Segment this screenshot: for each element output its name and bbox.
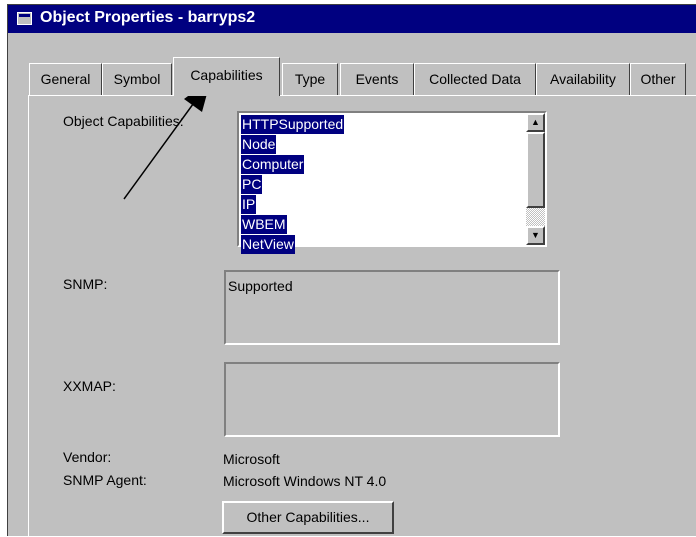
tab-strip: General Symbol Capabilities Type Events … [8, 57, 696, 96]
tab-label: Availability [550, 71, 616, 87]
vertical-scrollbar[interactable]: ▲ ▼ [526, 113, 545, 245]
title-bar[interactable]: Object Properties - barryps2 [8, 5, 696, 33]
snmp-agent-value: Microsoft Windows NT 4.0 [223, 473, 387, 489]
scroll-down-button[interactable]: ▼ [526, 226, 545, 245]
list-item[interactable]: Computer [241, 155, 305, 174]
tab-collected-data[interactable]: Collected Data [414, 63, 536, 95]
xxmap-field[interactable] [224, 362, 560, 437]
tab-label: Capabilities [190, 67, 263, 83]
object-capabilities-list[interactable]: HTTPSupported Node Computer PC IP WBEM N… [237, 111, 547, 254]
scroll-thumb[interactable] [526, 132, 545, 208]
properties-window: Object Properties - barryps2 General Sym… [7, 4, 696, 537]
vendor-label: Vendor: [63, 449, 112, 465]
snmp-field[interactable]: Supported [224, 270, 560, 345]
snmp-agent-label: SNMP Agent: [63, 472, 147, 488]
scroll-track[interactable] [526, 208, 545, 226]
tab-general[interactable]: General [29, 63, 102, 95]
tab-label: General [40, 71, 91, 87]
list-item[interactable]: HTTPSupported [241, 115, 345, 134]
tab-availability[interactable]: Availability [536, 63, 630, 95]
snmp-label: SNMP: [63, 276, 108, 292]
tab-capabilities[interactable]: Capabilities [173, 57, 280, 96]
list-item[interactable]: WBEM [241, 215, 287, 234]
tab-label: Other [640, 71, 676, 87]
snmp-value: Supported [228, 278, 293, 294]
window-icon[interactable] [17, 12, 32, 25]
list-item[interactable]: IP [241, 195, 257, 214]
tab-label: Collected Data [429, 71, 521, 87]
list-item[interactable]: NetView [241, 235, 295, 254]
tab-events[interactable]: Events [340, 63, 414, 95]
capabilities-panel: Object Capabilities: HTTPSupported Node … [28, 95, 696, 537]
window-title: Object Properties - barryps2 [40, 9, 256, 26]
scroll-down-arrow-icon: ▼ [531, 230, 540, 240]
xxmap-label: XXMAP: [63, 378, 116, 394]
tab-symbol[interactable]: Symbol [102, 63, 172, 95]
other-capabilities-button[interactable]: Other Capabilities... [222, 501, 394, 534]
vendor-value: Microsoft [223, 451, 280, 467]
scroll-up-arrow-icon: ▲ [531, 117, 540, 127]
list-item[interactable]: Node [241, 135, 277, 154]
object-capabilities-label: Object Capabilities: [63, 113, 184, 129]
list-item[interactable]: PC [241, 175, 263, 194]
tab-other[interactable]: Other [630, 63, 686, 95]
tab-label: Type [294, 71, 326, 87]
tab-type[interactable]: Type [282, 63, 338, 95]
other-capabilities-label: Other Capabilities... [246, 509, 370, 525]
tab-label: Events [355, 71, 399, 87]
tab-label: Symbol [113, 71, 161, 87]
capabilities-items: HTTPSupported Node Computer PC IP WBEM N… [241, 115, 345, 255]
scroll-up-button[interactable]: ▲ [526, 113, 545, 132]
